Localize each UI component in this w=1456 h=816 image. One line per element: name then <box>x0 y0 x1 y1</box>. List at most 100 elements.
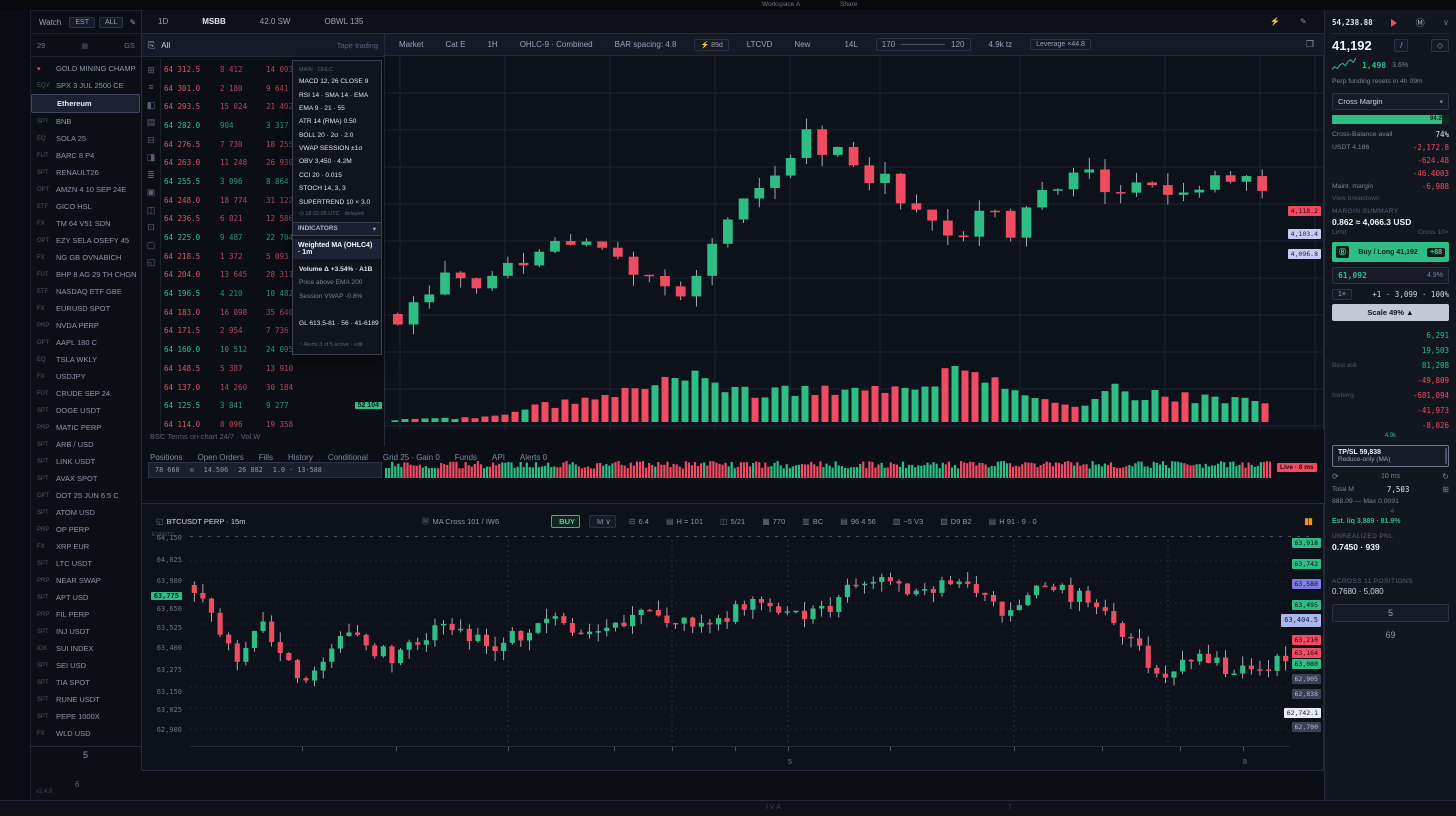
watchlist-item[interactable]: FX TM 64 V51 SDN <box>31 215 140 232</box>
watchlist-item[interactable]: IDX SUI INDEX <box>31 640 140 657</box>
watchlist-item[interactable]: Ethereum <box>31 94 140 113</box>
rail-tool-icon[interactable]: ▢ <box>145 239 157 251</box>
watchlist-item[interactable]: SPT AVAX SPOT <box>31 470 140 487</box>
price-badge[interactable]: 63,580 <box>1292 579 1321 589</box>
menu-item[interactable]: CCI 20 · 0.015 <box>293 169 381 182</box>
bid-row[interactable]: -8,026 <box>1332 418 1449 433</box>
watchlist-item[interactable]: SPT APT USD <box>31 589 140 606</box>
toolbar-chip[interactable]: ▥ BC <box>798 515 827 528</box>
tape-row[interactable]: 64 125.5 3 841 9 277 52 104 <box>164 396 382 415</box>
watchlist-item[interactable]: FX XRP EUR <box>31 538 140 555</box>
menu-item[interactable]: VWAP SESSION ±1σ <box>293 142 381 155</box>
toolbar-market[interactable]: Market <box>395 39 427 50</box>
symbol-chip[interactable]: ◱ BTCUSDT PERP · 15m <box>152 516 249 527</box>
price-badge[interactable]: 62,838 <box>1292 689 1321 699</box>
tab-item[interactable]: Conditional <box>328 453 368 462</box>
rail-tool-icon[interactable]: ▤ <box>145 116 157 128</box>
bottom-candlestick-chart[interactable] <box>190 541 1290 741</box>
ask-row[interactable]: 6,291 <box>1332 328 1449 343</box>
alert-flag-icon[interactable] <box>1391 19 1397 27</box>
watchlist-item[interactable]: PRP NEAR SWAP <box>31 572 140 589</box>
page-number[interactable]: 5 <box>30 747 141 763</box>
watchlist-item[interactable]: SPT BNB <box>31 113 140 130</box>
menu-item[interactable]: MACD 12, 26 CLOSE 9 <box>293 75 381 88</box>
toolbar-chart-style[interactable]: OHLC-9 · Combined <box>516 39 597 50</box>
toolbar-chip[interactable]: ▨ D9 B2 <box>936 515 975 528</box>
time-axis[interactable]: 5 8 <box>190 746 1290 767</box>
ask-row[interactable]: 19,503 <box>1332 343 1449 358</box>
qty-stepper[interactable]: 1× +1 · 3,099 · 100% <box>1332 289 1449 300</box>
top-menu-item[interactable]: Workspace A <box>762 1 800 8</box>
grid-icon[interactable]: ⊞ <box>1442 485 1449 494</box>
watchlist-item[interactable]: OPT AMZN 4 10 SEP 24E <box>31 181 140 198</box>
leverage-chip[interactable]: 1× <box>1332 289 1352 300</box>
watchlist-item[interactable]: SPT ATOM USD <box>31 504 140 521</box>
watchlist-item[interactable]: SPT RUNE USDT <box>31 691 140 708</box>
watchlist-item[interactable]: FX EURUSD SPOT <box>31 300 140 317</box>
toolbar-chip[interactable]: ▤ H = 101 <box>662 515 707 528</box>
watchlist-item[interactable]: PRP NVDA PERP <box>31 317 140 334</box>
watchlist-footer-2[interactable]: 6 <box>75 780 79 789</box>
watchlist-item[interactable]: SPT SEI USD <box>31 657 140 674</box>
slash-tool-icon[interactable]: / <box>1394 39 1408 52</box>
price-badge[interactable]: 63,080 <box>1292 659 1321 669</box>
watch-button[interactable]: Watch <box>35 17 65 28</box>
watchlist-item[interactable]: ▾ GOLD MINING CHAMP <box>31 60 140 77</box>
watchlist-item[interactable]: OPT EZY SELA OSEFY 45 <box>31 232 140 249</box>
edit-pencil-icon[interactable]: ✎ <box>129 18 136 27</box>
tab-item[interactable]: Positions <box>150 453 182 462</box>
tape-row[interactable]: 64 114.0 8 096 19 358 <box>164 415 382 434</box>
watchlist-item[interactable]: ETF GICO HSL <box>31 198 140 215</box>
rail-tool-icon[interactable]: ⊡ <box>145 221 157 233</box>
price-badge[interactable]: 4,103.4 <box>1288 229 1321 239</box>
rail-tool-icon[interactable]: ◧ <box>145 99 157 111</box>
menu-item[interactable]: EMA 9 · 21 · 55 <box>293 102 381 115</box>
rail-tool-icon[interactable]: ◨ <box>145 151 157 163</box>
refresh-icon[interactable]: ⟳ <box>1332 472 1339 481</box>
price-badge[interactable]: 63,742 <box>1292 559 1321 569</box>
fullscreen-icon[interactable]: ❒ <box>1306 39 1314 50</box>
rail-tool-icon[interactable]: ⊞ <box>145 64 157 76</box>
tab-item[interactable]: History <box>288 453 313 462</box>
watchlist-item[interactable]: EQ SOLA 25 <box>31 130 140 147</box>
volume-navigator[interactable] <box>385 461 1272 478</box>
watchlist-item[interactable]: PRP MATIC PERP <box>31 419 140 436</box>
menu-item[interactable]: ATR 14 (RMA) 0.50 <box>293 115 381 128</box>
toolbar-chip[interactable]: ▤ 96 4 56 <box>836 515 880 528</box>
price-badge[interactable]: 4,118.2 <box>1288 206 1321 216</box>
toolbar-chip[interactable]: ⊟ 6.4 <box>625 515 653 528</box>
menu-range-row[interactable]: GL 613.5-81 · 56 · 41-6189 <box>293 317 381 330</box>
flash-icon[interactable]: ⚡ <box>1270 17 1280 26</box>
toolbar-ltcvd[interactable]: LTCVD <box>743 39 777 50</box>
watchlist-item[interactable]: FX NG GB OVNABICH <box>31 249 140 266</box>
indicator-chip[interactable]: Ⓜ MA Cross 101 / IW6 <box>417 515 503 528</box>
rail-tool-icon[interactable]: ⊟ <box>145 134 157 146</box>
scale-button[interactable]: Scale 49% ▲ <box>1332 304 1449 321</box>
watchlist-item[interactable]: SPT LINK USDT <box>31 453 140 470</box>
price-badge[interactable]: 63,495 <box>1292 600 1321 610</box>
toolbar-chip[interactable]: BUY <box>551 515 580 528</box>
top-menu-item[interactable]: Share <box>840 1 857 8</box>
watchlist-item[interactable]: EQ TSLA WKLY <box>31 351 140 368</box>
watchlist-item[interactable]: PRP FIL PERP <box>31 606 140 623</box>
bell-icon[interactable]: ◇ <box>1431 39 1449 52</box>
menu-item[interactable]: BOLL 20 · 2σ · 2.0 <box>293 129 381 142</box>
count-box[interactable]: 5 <box>1332 604 1449 622</box>
slider-track[interactable] <box>901 44 945 45</box>
menu-bold-row[interactable]: Volume Δ +3.54% · A1B <box>293 263 381 276</box>
price-badge[interactable]: 63,404.5 <box>1281 614 1321 627</box>
watchlist-item[interactable]: OPT AAPL 180 C <box>31 334 140 351</box>
tab-item[interactable]: Open Orders <box>197 453 243 462</box>
toolbar-bar-spacing[interactable]: BAR spacing: 4.8 <box>611 39 681 50</box>
tab-item[interactable]: Fills <box>259 453 273 462</box>
rail-tool-icon[interactable]: ▣ <box>145 186 157 198</box>
toolbar-new[interactable]: New <box>790 39 814 50</box>
layout-box-icon[interactable]: ▦ <box>81 42 88 50</box>
watchlist-item[interactable]: SPT PEPE 1000X <box>31 708 140 725</box>
rail-tool-icon[interactable]: ≡ <box>145 81 157 93</box>
menu-gray-item[interactable]: Session VWAP -0.8% <box>293 290 381 303</box>
bid-row[interactable]: -41,973 <box>1332 403 1449 418</box>
rail-tool-icon[interactable]: ≣ <box>145 169 157 181</box>
watchlist-item[interactable]: FUT BHP 8 AG 29 TH CHGN <box>31 266 140 283</box>
tab-overlay[interactable]: OBWL 135 <box>320 16 367 27</box>
